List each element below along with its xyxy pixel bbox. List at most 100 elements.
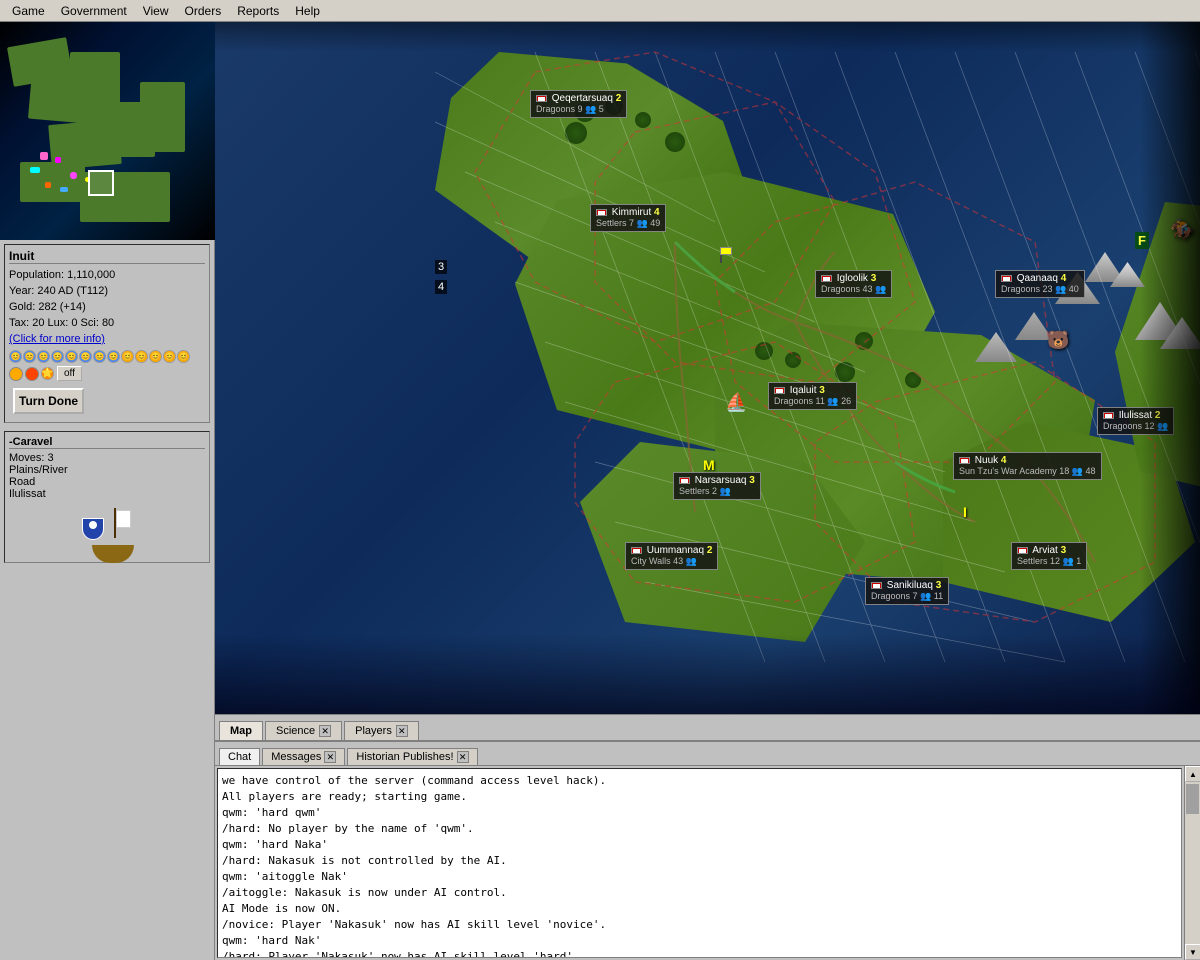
population-info: Population: 1,110,000 [9, 267, 205, 283]
civ-name: Inuit [9, 249, 205, 264]
forest-7 [785, 352, 801, 368]
tab-messages[interactable]: Messages ✕ [262, 748, 345, 765]
city-arviat[interactable]: Arviat 3 Settlers 12 👥 1 [1011, 542, 1087, 570]
forest-5 [665, 132, 685, 152]
sail [116, 510, 131, 528]
map-area[interactable]: Qeqertarsuaq 2 Dragoons 9 👥 5 Kimmirut 4… [215, 22, 1200, 714]
tab-science-close[interactable]: ✕ [319, 725, 331, 737]
unit-i-marker: I [963, 504, 967, 520]
scroll-down-button[interactable]: ▼ [1185, 944, 1200, 960]
tab-map[interactable]: Map [219, 721, 263, 740]
tab-messages-close[interactable]: ✕ [324, 751, 336, 763]
menu-orders[interactable]: Orders [177, 2, 230, 20]
chat-message-6: qwm: 'aitoggle Nak' [222, 869, 1177, 885]
scroll-thumb[interactable] [1186, 784, 1199, 814]
city-narsarsuaq[interactable]: Narsarsuaq 3 Settlers 2 👥 [673, 472, 761, 500]
chat-messages-panel[interactable]: we have control of the server (command a… [217, 768, 1182, 958]
qeq-name: Qeqertarsuaq [552, 93, 613, 104]
bottom-area: Chat Messages ✕ Historian Publishes! ✕ w… [215, 740, 1200, 960]
menu-view[interactable]: View [135, 2, 177, 20]
tab-chat-label: Chat [228, 751, 251, 763]
kim-size: 4 [654, 207, 660, 218]
san-name: Sanikiluaq [887, 580, 933, 591]
city-igloolik[interactable]: Igloolik 3 Dragoons 43 👥 [815, 270, 892, 298]
arv-name: Arviat [1032, 545, 1058, 556]
forest-6 [755, 342, 773, 360]
tab-messages-label: Messages [271, 751, 321, 763]
animal-marker: 🐻 [1047, 330, 1069, 351]
ship-marker: ⛵ [725, 392, 747, 413]
tab-historian[interactable]: Historian Publishes! ✕ [347, 748, 477, 765]
unit-m-marker: M [703, 457, 715, 473]
tax-off-button[interactable]: off [57, 366, 82, 381]
menu-game[interactable]: Game [4, 2, 53, 20]
uum-size: 2 [707, 545, 713, 556]
kim-unit: Settlers 7 👥 49 [596, 218, 660, 229]
iqa-size: 3 [819, 385, 825, 396]
unit-moves: Moves: 3 [9, 452, 68, 464]
tab-players[interactable]: Players ✕ [344, 721, 419, 740]
happy-face-13: 😊 [177, 350, 190, 363]
chat-message-9: /novice: Player 'Nakasuk' now has AI ski… [222, 917, 1177, 933]
qaa-flag [1001, 275, 1012, 282]
happy-face-4: 😊 [51, 350, 64, 363]
city-kimmirut[interactable]: Kimmirut 4 Settlers 7 👥 49 [590, 204, 666, 232]
uum-flag [631, 547, 642, 554]
nuu-flag [959, 457, 970, 464]
tab-chat[interactable]: Chat [219, 748, 260, 765]
nuu-name: Nuuk [975, 455, 998, 466]
city-nuuk[interactable]: Nuuk 4 Sun Tzu's War Academy 18 👥 48 [953, 452, 1102, 480]
arv-unit: Settlers 12 👥 1 [1017, 556, 1081, 567]
happy-face-8: 😊 [107, 350, 120, 363]
map-tabs-bar: Map Science ✕ Players ✕ [215, 714, 1200, 740]
city-qeqertarsuaq[interactable]: Qeqertarsuaq 2 Dragoons 9 👥 5 [530, 90, 627, 118]
arv-flag [1017, 547, 1028, 554]
city-uummannaq[interactable]: Uummannaq 2 City Walls 43 👥 [625, 542, 718, 570]
more-info-link[interactable]: (Click for more info) [9, 331, 205, 347]
minimap[interactable] [0, 22, 215, 240]
tab-players-close[interactable]: ✕ [396, 725, 408, 737]
iqa-flag [774, 387, 785, 394]
tab-map-label: Map [230, 725, 252, 737]
tab-historian-close[interactable]: ✕ [457, 751, 469, 763]
qaa-size: 4 [1061, 273, 1067, 284]
menu-help[interactable]: Help [287, 2, 328, 20]
qeq-size: 2 [616, 93, 622, 104]
unit-label: -Caravel [9, 436, 205, 449]
city-qaanaaq[interactable]: Qaanaaq 4 Dragoons 23 👥 40 [995, 270, 1085, 298]
menu-reports[interactable]: Reports [229, 2, 287, 20]
city-iqaluit[interactable]: Iqaluit 3 Dragoons 11 👥 26 [768, 382, 857, 410]
san-unit: Dragoons 7 👥 11 [871, 591, 943, 602]
happy-face-12: 😊 [163, 350, 176, 363]
chat-scrollbar[interactable]: ▲ ▼ [1184, 766, 1200, 960]
tab-players-label: Players [355, 725, 392, 737]
map-num-4: 4 [435, 280, 447, 294]
san-size: 3 [936, 580, 942, 591]
caravel-icon [82, 508, 132, 558]
igl-name: Igloolik [837, 273, 868, 284]
year-info: Year: 240 AD (T112) [9, 283, 205, 299]
civ-info-panel: Inuit Population: 1,110,000 Year: 240 AD… [4, 244, 210, 423]
lux-icon [25, 367, 39, 381]
city-sanikiluaq[interactable]: Sanikiluaq 3 Dragoons 7 👥 11 [865, 577, 949, 605]
happy-face-9: 😊 [121, 350, 134, 363]
happy-face-7: 😊 [93, 350, 106, 363]
happy-face-2: 😊 [23, 350, 36, 363]
tab-science[interactable]: Science ✕ [265, 721, 342, 740]
qeq-flag [536, 95, 547, 102]
menu-bar: Game Government View Orders Reports Help [0, 0, 1200, 22]
scroll-track [1185, 782, 1200, 944]
map-num-3: 3 [435, 260, 447, 274]
unit-marker-1 [720, 247, 736, 263]
scroll-up-button[interactable]: ▲ [1185, 766, 1200, 782]
sidebar: Inuit Population: 1,110,000 Year: 240 AD… [0, 22, 215, 960]
kim-flag [596, 209, 607, 216]
menu-government[interactable]: Government [53, 2, 135, 20]
turn-done-button[interactable]: Turn Done [13, 388, 84, 414]
happy-face-10: 😊 [135, 350, 148, 363]
uum-unit: City Walls 43 👥 [631, 556, 712, 567]
iqa-unit: Dragoons 11 👥 26 [774, 396, 851, 407]
kim-name: Kimmirut [612, 207, 651, 218]
igl-size: 3 [871, 273, 877, 284]
nar-name: Narsarsuaq [695, 475, 747, 486]
